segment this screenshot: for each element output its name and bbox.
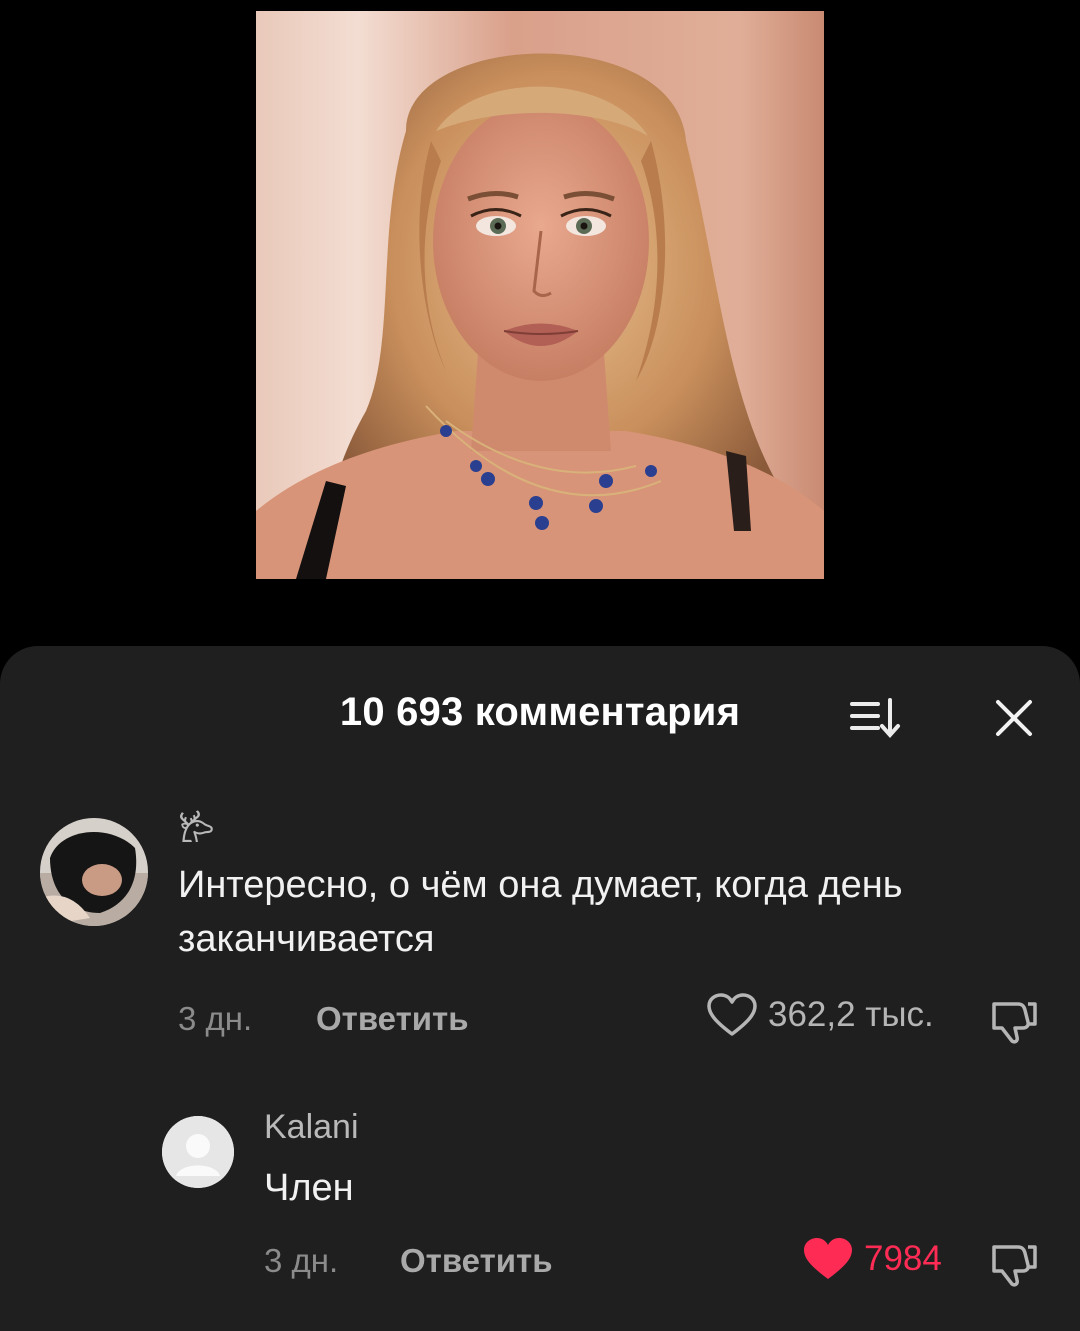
comments-header: 10 693 комментария [0, 646, 1080, 782]
comment-username[interactable]: 𐂂 [178, 806, 214, 852]
reply-button[interactable]: Ответить [316, 1000, 469, 1038]
comment-text: Член [264, 1167, 354, 1209]
close-icon [996, 700, 1032, 736]
reply-button[interactable]: Ответить [400, 1242, 553, 1280]
app-screen: 10 693 комментария 𐂂 Интересно, о чём он… [0, 0, 1080, 1331]
sort-icon [850, 698, 900, 739]
comments-sheet: 10 693 комментария 𐂂 Интересно, о чём он… [0, 646, 1080, 1331]
dislike-button[interactable] [988, 994, 1040, 1046]
comment-username[interactable]: Kalani [264, 1108, 359, 1147]
dislike-button[interactable] [988, 1237, 1040, 1289]
portrait-image [256, 11, 824, 579]
thumbs-down-icon [992, 1245, 1037, 1287]
heart-outline-icon [707, 993, 757, 1036]
comment-timestamp: 3 дн. [178, 1000, 253, 1037]
heart-filled-icon [804, 1238, 852, 1279]
sort-button[interactable] [846, 696, 906, 740]
like-button[interactable]: 7984 [802, 1236, 942, 1282]
avatar[interactable] [162, 1116, 234, 1188]
like-count: 7984 [864, 1239, 942, 1278]
close-button[interactable] [990, 694, 1038, 742]
thumbs-down-icon [992, 1002, 1037, 1044]
avatar[interactable] [40, 818, 148, 926]
like-count: 362,2 тыс. [768, 995, 934, 1034]
comments-count-title: 10 693 комментария [339, 690, 741, 734]
video-thumbnail[interactable] [256, 11, 824, 579]
comment-timestamp: 3 дн. [264, 1242, 339, 1279]
user-avatar-image [40, 818, 148, 926]
default-avatar-icon [162, 1116, 234, 1188]
like-button[interactable]: 362,2 тыс. [706, 992, 934, 1038]
comment-text: Интересно, о чём она думает, когда день … [178, 864, 903, 960]
